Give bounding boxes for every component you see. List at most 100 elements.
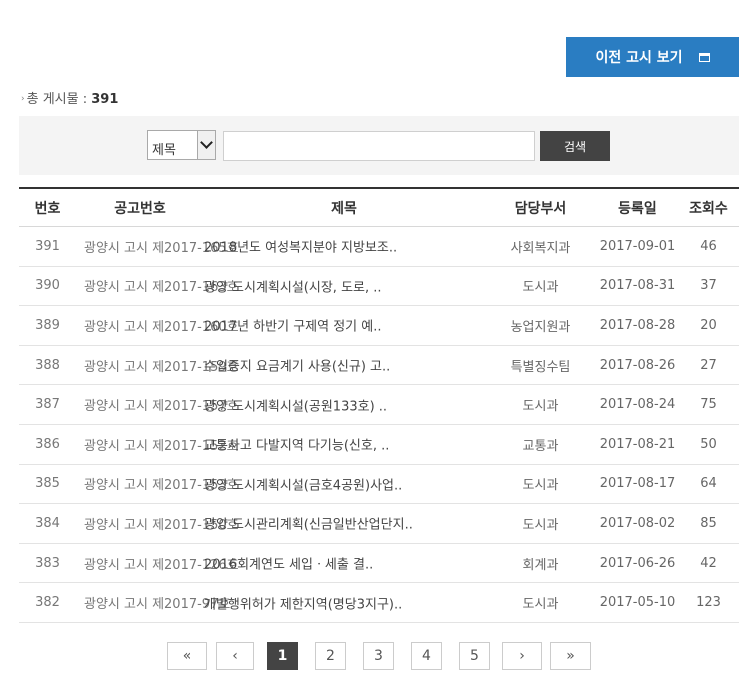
row-notice-no: 광양시 고시 제2017-97호: [76, 582, 230, 623]
page-button-3[interactable]: 3: [363, 642, 394, 670]
table-row[interactable]: 385 광양시 고시 제2017-153호 광양 도시계획시설(금호4공원)사업…: [19, 464, 739, 505]
row-department: 도시과: [484, 266, 597, 307]
row-title-link[interactable]: 개발행위허가 제한지역(명당3지구)..: [204, 593, 402, 612]
row-views: 37: [678, 266, 739, 307]
row-number: 387: [19, 384, 76, 425]
page-button-5[interactable]: 5: [459, 642, 490, 670]
row-title-cell: 광양 도시관리계획(신금일반산업단지..: [204, 503, 484, 544]
row-notice-no: 광양시 고시 제2017-126호: [76, 543, 239, 584]
row-number: 388: [19, 345, 76, 386]
row-views: 50: [678, 424, 739, 465]
row-views: 46: [678, 226, 739, 267]
window-icon: [698, 52, 710, 62]
row-views: 20: [678, 305, 739, 346]
table-row[interactable]: 389 광양시 고시 제2017-160호 2017년 하반기 구제역 정기 예…: [19, 305, 739, 346]
row-title-cell: 광양 도시계획시설(금호4공원)사업..: [204, 464, 484, 505]
row-title-cell: 수입증지 요금계기 사용(신규) 고..: [204, 345, 484, 386]
page-button-1[interactable]: 1: [267, 642, 298, 670]
search-field-select-value: 제목: [152, 143, 176, 158]
row-number: 383: [19, 543, 76, 584]
row-number: 386: [19, 424, 76, 465]
row-views: 85: [678, 503, 739, 544]
prev-notice-button-label: 이전 고시 보기: [595, 50, 683, 66]
row-number: 382: [19, 582, 76, 623]
col-header-views: 조회수: [678, 188, 739, 227]
row-title-link[interactable]: 2017년 하반기 구제역 정기 예..: [204, 316, 381, 335]
next-page-button[interactable]: ›: [502, 642, 542, 670]
row-notice-no: 광양시 고시 제2017-152호: [76, 424, 239, 465]
chevron-down-icon: [200, 136, 213, 149]
row-title-cell: 2017년 하반기 구제역 정기 예..: [204, 305, 484, 346]
row-department: 도시과: [484, 464, 597, 505]
table-row[interactable]: 390 광양시 고시 제2017-163호 광양 도시계획시설(시장, 도로, …: [19, 266, 739, 307]
bullet-icon: ›: [21, 94, 25, 104]
row-title-link[interactable]: 수입증지 요금계기 사용(신규) 고..: [204, 356, 390, 375]
row-date: 2017-08-28: [597, 305, 678, 346]
col-header-title: 제목: [204, 188, 484, 227]
col-header-date: 등록일: [597, 188, 678, 227]
row-department: 사회복지과: [484, 226, 597, 267]
dropdown-arrow[interactable]: [197, 131, 215, 159]
row-date: 2017-05-10: [597, 582, 678, 623]
page-button-4[interactable]: 4: [411, 642, 442, 670]
row-date: 2017-08-02: [597, 503, 678, 544]
row-date: 2017-08-24: [597, 384, 678, 425]
row-date: 2017-08-17: [597, 464, 678, 505]
row-department: 도시과: [484, 582, 597, 623]
row-notice-no: 광양시 고시 제2017-163호: [76, 266, 239, 307]
table-row[interactable]: 387 광양시 고시 제2017-157호 광양 도시계획시설(공원133호) …: [19, 384, 739, 425]
row-number: 389: [19, 305, 76, 346]
table-header-row: 번호 공고번호 제목 담당부서 등록일 조회수: [19, 188, 739, 227]
page-button-2[interactable]: 2: [315, 642, 346, 670]
row-title-link[interactable]: 2018년도 여성복지분야 지방보조..: [204, 237, 397, 256]
notice-table: 번호 공고번호 제목 담당부서 등록일 조회수 391 광양시 고시 제2017…: [19, 187, 739, 623]
row-views: 123: [678, 582, 739, 623]
row-department: 특별징수팀: [484, 345, 597, 386]
row-title-link[interactable]: 광양 도시관리계획(신금일반산업단지..: [204, 514, 413, 533]
pagination: « ‹ 1 2 3 4 5 › »: [0, 642, 754, 672]
row-department: 회계과: [484, 543, 597, 584]
row-title-link[interactable]: 2016회계연도 세입ㆍ세출 결..: [204, 554, 373, 573]
table-row[interactable]: 384 광양시 고시 제2017-150호 광양 도시관리계획(신금일반산업단지…: [19, 503, 739, 544]
table-row[interactable]: 391 광양시 고시 제2017-165호 2018년도 여성복지분야 지방보조…: [19, 226, 739, 267]
row-number: 385: [19, 464, 76, 505]
row-title-link[interactable]: 광양 도시계획시설(시장, 도로, ..: [204, 276, 382, 295]
row-notice-no: 광양시 고시 제2017-159호: [76, 345, 239, 386]
col-header-department: 담당부서: [484, 188, 597, 227]
row-title-cell: 개발행위허가 제한지역(명당3지구)..: [204, 582, 484, 623]
row-department: 교통과: [484, 424, 597, 465]
col-header-notice-no: 공고번호: [76, 188, 204, 227]
row-date: 2017-08-21: [597, 424, 678, 465]
prev-page-button[interactable]: ‹: [216, 642, 254, 670]
row-title-link[interactable]: 교통사고 다발지역 다기능(신호, ..: [204, 435, 389, 454]
row-title-link[interactable]: 광양 도시계획시설(공원133호) ..: [204, 395, 387, 414]
row-notice-no: 광양시 고시 제2017-150호: [76, 503, 239, 544]
row-title-link[interactable]: 광양 도시계획시설(금호4공원)사업..: [204, 474, 402, 493]
row-notice-no: 광양시 고시 제2017-165호: [76, 226, 239, 267]
notice-board-page: 이전 고시 보기 ›총 게시물 : 391 제목 검색 번호 공고번호 제목: [0, 0, 754, 697]
row-title-cell: 광양 도시계획시설(시장, 도로, ..: [204, 266, 484, 307]
row-views: 75: [678, 384, 739, 425]
row-title-cell: 광양 도시계획시설(공원133호) ..: [204, 384, 484, 425]
last-page-button[interactable]: »: [550, 642, 591, 670]
row-number: 391: [19, 226, 76, 267]
search-input[interactable]: [223, 131, 535, 161]
row-views: 42: [678, 543, 739, 584]
row-views: 27: [678, 345, 739, 386]
row-views: 64: [678, 464, 739, 505]
col-header-number: 번호: [19, 188, 76, 227]
prev-notice-button[interactable]: 이전 고시 보기: [566, 37, 739, 77]
table-row[interactable]: 388 광양시 고시 제2017-159호 수입증지 요금계기 사용(신규) 고…: [19, 345, 739, 386]
table-row[interactable]: 382 광양시 고시 제2017-97호 개발행위허가 제한지역(명당3지구).…: [19, 582, 739, 623]
row-date: 2017-09-01: [597, 226, 678, 267]
row-date: 2017-08-26: [597, 345, 678, 386]
first-page-button[interactable]: «: [167, 642, 207, 670]
table-row[interactable]: 383 광양시 고시 제2017-126호 2016회계연도 세입ㆍ세출 결..…: [19, 543, 739, 584]
total-count: 391: [91, 92, 119, 107]
search-area: 제목 검색: [19, 116, 739, 175]
table-row[interactable]: 386 광양시 고시 제2017-152호 교통사고 다발지역 다기능(신호, …: [19, 424, 739, 465]
row-number: 384: [19, 503, 76, 544]
search-field-select[interactable]: 제목: [147, 130, 216, 160]
search-button[interactable]: 검색: [540, 131, 610, 161]
row-date: 2017-06-26: [597, 543, 678, 584]
